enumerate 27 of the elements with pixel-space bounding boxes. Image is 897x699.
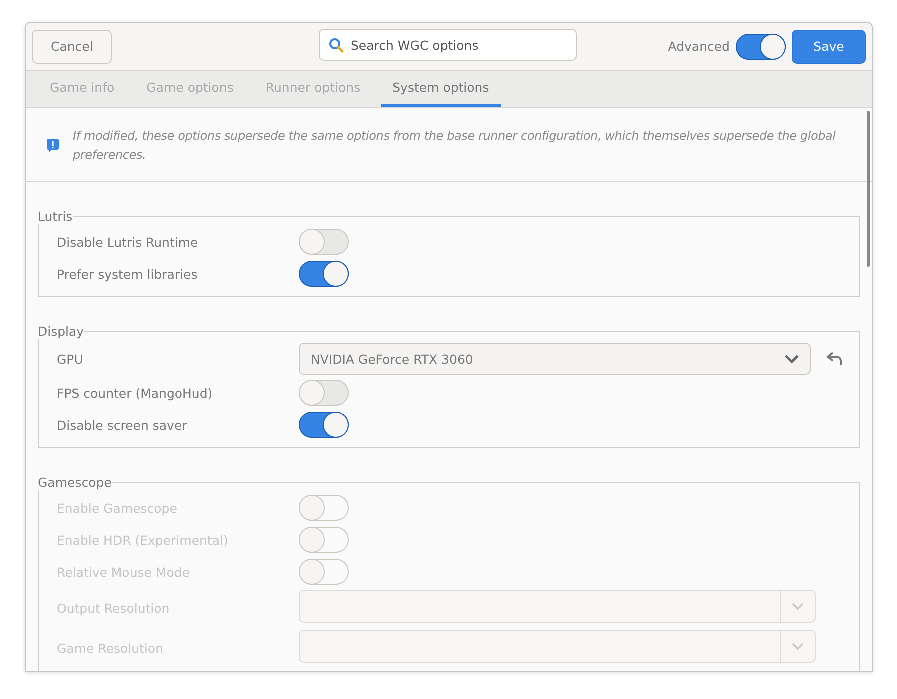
tab[interactable]: Game info xyxy=(38,71,127,107)
tab[interactable]: Game options xyxy=(134,71,246,107)
option-label: FPS counter (MangoHud) xyxy=(57,386,214,400)
section-title: Lutris xyxy=(38,209,73,224)
cancel-button[interactable]: Cancel xyxy=(32,30,112,64)
option-label: Disable Lutris Runtime xyxy=(57,234,200,250)
advanced-label: Advanced xyxy=(668,39,730,54)
notice-text: If modified, these options supersede the same options from the base runner configuration, which themselves supersede the global preferences. xyxy=(73,128,837,164)
save-button[interactable]: Save xyxy=(792,30,866,64)
dropdown[interactable]: NVIDIA GeForce RTX 3060 xyxy=(299,343,811,375)
toggle-switch[interactable] xyxy=(299,261,349,287)
tab[interactable]: System options xyxy=(380,71,502,107)
section-title: Display xyxy=(38,324,84,339)
undo-icon[interactable] xyxy=(827,352,843,366)
tab[interactable]: Runner options xyxy=(254,71,373,107)
option-label: GPU xyxy=(57,352,84,366)
chevron-down-icon xyxy=(791,642,805,651)
chevron-down-icon xyxy=(784,354,800,364)
section-title: Gamescope xyxy=(38,475,112,490)
chevron-down-icon xyxy=(791,602,805,611)
advanced-switch[interactable] xyxy=(736,34,786,60)
scrollbar[interactable] xyxy=(867,111,870,267)
toggle-switch[interactable] xyxy=(299,412,349,438)
option-label: Disable screen saver xyxy=(57,418,188,432)
option-label: Prefer system libraries xyxy=(57,266,199,282)
info-icon xyxy=(46,138,60,154)
search-field[interactable]: Search WGC options xyxy=(319,29,577,61)
